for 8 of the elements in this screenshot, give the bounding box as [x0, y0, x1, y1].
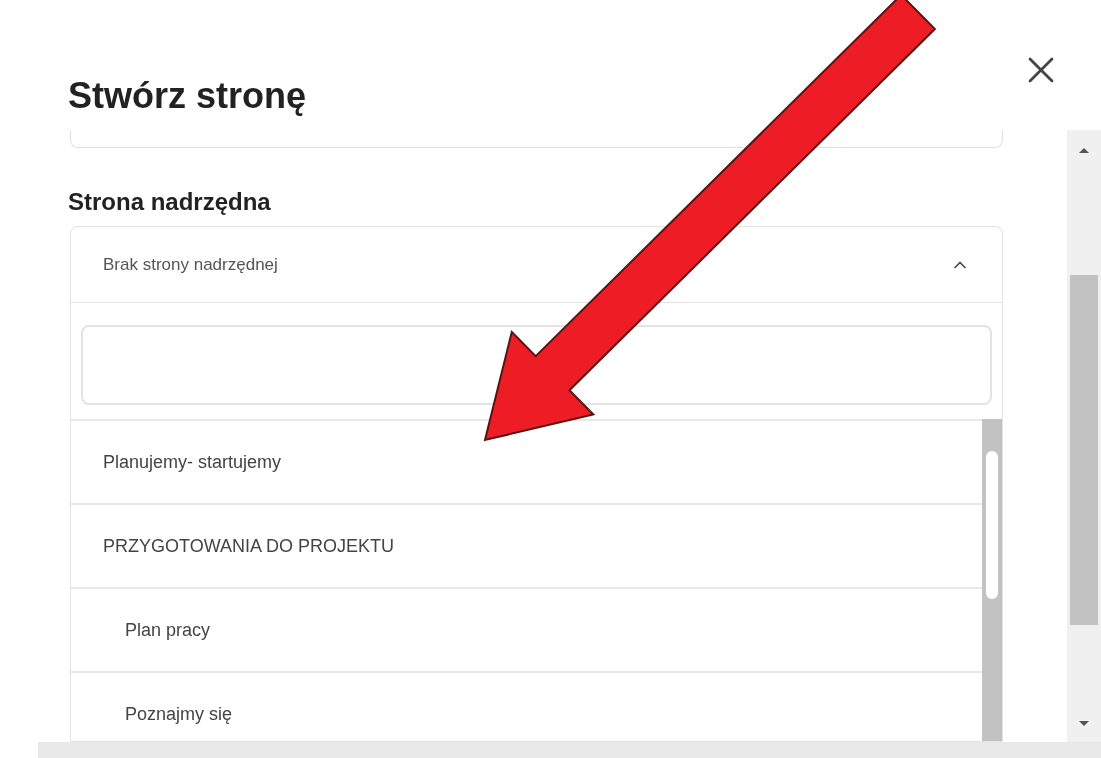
page-scrollbar[interactable]: [1067, 130, 1101, 742]
field-label: Strona nadrzędna: [68, 190, 272, 214]
dialog-title: Stwórz stronę: [68, 78, 307, 114]
dropdown-option[interactable]: PRZYGOTOWANIA DO PROJEKTU: [71, 503, 982, 587]
dropdown-option[interactable]: Plan pracy: [71, 587, 982, 671]
horizontal-scrollbar[interactable]: [38, 742, 1101, 758]
search-field[interactable]: [81, 325, 992, 405]
list-scrollbar[interactable]: [982, 419, 1002, 741]
